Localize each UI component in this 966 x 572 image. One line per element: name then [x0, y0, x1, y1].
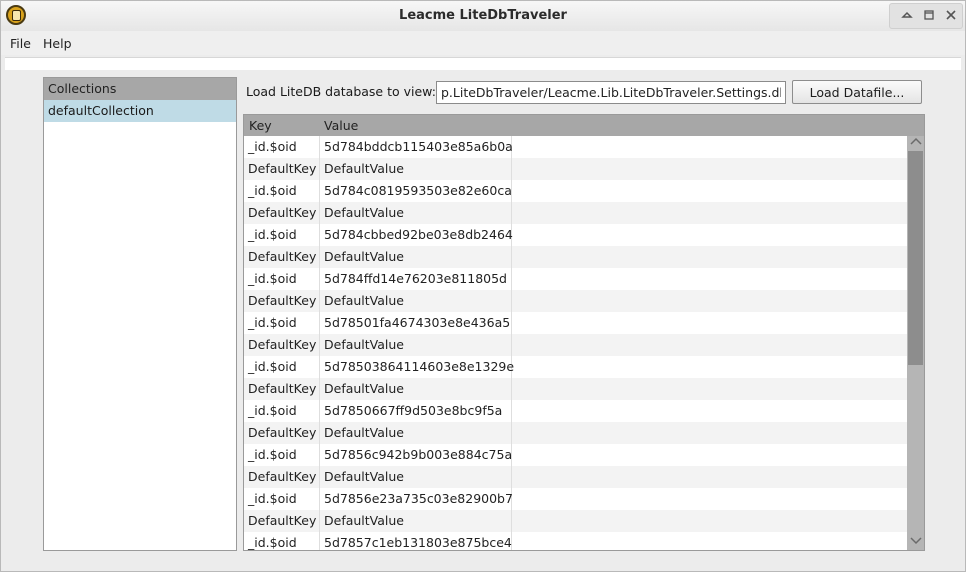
- table-row[interactable]: _id.$oid 5d784bddcb115403e85a6b0a: [244, 136, 908, 158]
- table-row[interactable]: _id.$oid 5d78503864114603e8e1329e: [244, 356, 908, 378]
- load-datafile-button[interactable]: Load Datafile...: [792, 80, 922, 104]
- title-bar: Leacme LiteDbTraveler: [1, 1, 965, 32]
- load-database-label: Load LiteDB database to view:: [246, 84, 436, 99]
- table-row[interactable]: DefaultKey DefaultValue: [244, 290, 908, 312]
- content-area-top: [5, 57, 961, 70]
- app-window: Leacme LiteDbTraveler File Help Collecti…: [0, 0, 966, 572]
- chevron-up-icon[interactable]: [907, 136, 924, 150]
- cell-value: 5d784c0819593503e82e60ca: [320, 180, 512, 202]
- cell-value: DefaultValue: [320, 466, 512, 488]
- table-row[interactable]: DefaultKey DefaultValue: [244, 422, 908, 444]
- menu-file[interactable]: File: [10, 36, 31, 51]
- table-row[interactable]: _id.$oid 5d784c0819593503e82e60ca: [244, 180, 908, 202]
- table-row[interactable]: DefaultKey DefaultValue: [244, 202, 908, 224]
- table-row[interactable]: _id.$oid 5d7856e23a735c03e82900b7: [244, 488, 908, 510]
- menu-bar: File Help: [1, 31, 965, 55]
- cell-value: DefaultValue: [320, 510, 512, 532]
- table-header: Key Value: [244, 115, 924, 136]
- maximize-icon[interactable]: [922, 9, 936, 21]
- table-body: _id.$oid 5d784bddcb115403e85a6b0a DefaultK…: [244, 136, 908, 550]
- cell-key: _id.$oid: [244, 532, 320, 550]
- cell-value: DefaultValue: [320, 290, 512, 312]
- close-icon[interactable]: [944, 9, 958, 21]
- records-table: Key Value _id.$oid 5d784bddcb115403e85a6b…: [243, 114, 925, 551]
- table-row[interactable]: _id.$oid 5d78501fa4674303e8e436a5: [244, 312, 908, 334]
- cell-value: DefaultValue: [320, 422, 512, 444]
- cell-value: 5d784bddcb115403e85a6b0a: [320, 136, 513, 158]
- cell-key: _id.$oid: [244, 268, 320, 290]
- cell-value: DefaultValue: [320, 334, 512, 356]
- cell-value: 5d784cbbed92be03e8db2464: [320, 224, 513, 246]
- table-row[interactable]: _id.$oid 5d784cbbed92be03e8db2464: [244, 224, 908, 246]
- chevron-down-icon[interactable]: [907, 536, 924, 550]
- cell-value: 5d7856c942b9b003e884c75a: [320, 444, 512, 466]
- cell-key: DefaultKey: [244, 422, 320, 444]
- cell-key: _id.$oid: [244, 356, 320, 378]
- table-row[interactable]: DefaultKey DefaultValue: [244, 334, 908, 356]
- cell-key: DefaultKey: [244, 466, 320, 488]
- column-header-key[interactable]: Key: [249, 118, 272, 133]
- cell-value: DefaultValue: [320, 202, 512, 224]
- table-row[interactable]: DefaultKey DefaultValue: [244, 158, 908, 180]
- cell-key: DefaultKey: [244, 334, 320, 356]
- cell-value: 5d784ffd14e76203e811805d: [320, 268, 512, 290]
- cell-value: 5d7850667ff9d503e8bc9f5a: [320, 400, 512, 422]
- cell-value: 5d78503864114603e8e1329e: [320, 356, 514, 378]
- table-row[interactable]: DefaultKey DefaultValue: [244, 378, 908, 400]
- window-title: Leacme LiteDbTraveler: [399, 8, 567, 23]
- cell-value: DefaultValue: [320, 246, 512, 268]
- collections-header: Collections: [44, 78, 236, 100]
- cell-key: _id.$oid: [244, 488, 320, 510]
- cell-value: 5d78501fa4674303e8e436a5: [320, 312, 512, 334]
- cell-value: DefaultValue: [320, 158, 512, 180]
- menu-help[interactable]: Help: [43, 36, 72, 51]
- scrollbar-thumb[interactable]: [908, 151, 923, 365]
- table-row[interactable]: _id.$oid 5d7857c1eb131803e875bce4: [244, 532, 908, 550]
- cell-value: 5d7857c1eb131803e875bce4: [320, 532, 512, 550]
- minimize-icon[interactable]: [900, 9, 914, 21]
- cell-key: DefaultKey: [244, 290, 320, 312]
- collections-list: Collections defaultCollection: [43, 77, 237, 551]
- table-row[interactable]: DefaultKey DefaultValue: [244, 510, 908, 532]
- cell-key: _id.$oid: [244, 400, 320, 422]
- cell-key: _id.$oid: [244, 224, 320, 246]
- database-path-input[interactable]: [436, 81, 786, 104]
- table-row[interactable]: DefaultKey DefaultValue: [244, 466, 908, 488]
- table-row[interactable]: _id.$oid 5d7856c942b9b003e884c75a: [244, 444, 908, 466]
- table-row[interactable]: DefaultKey DefaultValue: [244, 246, 908, 268]
- cell-key: DefaultKey: [244, 510, 320, 532]
- cell-value: DefaultValue: [320, 378, 512, 400]
- cell-value: 5d7856e23a735c03e82900b7: [320, 488, 513, 510]
- cell-key: DefaultKey: [244, 378, 320, 400]
- cell-key: _id.$oid: [244, 444, 320, 466]
- collection-item-defaultcollection[interactable]: defaultCollection: [44, 100, 236, 122]
- cell-key: _id.$oid: [244, 312, 320, 334]
- table-row[interactable]: _id.$oid 5d784ffd14e76203e811805d: [244, 268, 908, 290]
- cell-key: DefaultKey: [244, 202, 320, 224]
- vertical-scrollbar[interactable]: [907, 136, 924, 550]
- cell-key: _id.$oid: [244, 180, 320, 202]
- cell-key: DefaultKey: [244, 246, 320, 268]
- table-row[interactable]: _id.$oid 5d7850667ff9d503e8bc9f5a: [244, 400, 908, 422]
- cell-key: DefaultKey: [244, 158, 320, 180]
- column-header-value[interactable]: Value: [324, 118, 358, 133]
- cell-key: _id.$oid: [244, 136, 320, 158]
